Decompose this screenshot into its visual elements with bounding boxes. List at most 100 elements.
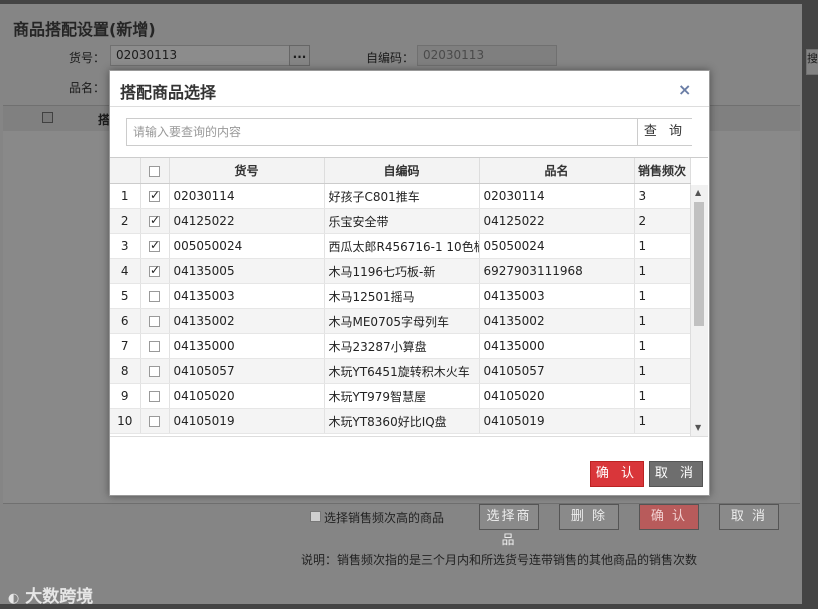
row-number: 6 (110, 308, 141, 334)
cell-pinming: 05050024 (479, 233, 635, 259)
row-checkbox[interactable] (149, 291, 160, 302)
row-checkbox[interactable] (149, 316, 160, 327)
table-row[interactable]: 7 04135000 木马23287小算盘 04135000 1 (110, 333, 691, 359)
cell-zibianma: 乐宝安全带 (324, 208, 480, 234)
table-row[interactable]: 9 04105020 木玩YT979智慧屋 04105020 1 (110, 383, 691, 409)
cell-frequency: 1 (634, 308, 691, 334)
row-checkbox-cell (140, 233, 170, 259)
row-number: 1 (110, 184, 141, 209)
cell-huohao: 04135005 (169, 258, 325, 284)
cell-pinming: 04105057 (479, 358, 635, 384)
cell-frequency: 1 (634, 383, 691, 409)
row-checkbox-cell (140, 408, 170, 434)
row-checkbox[interactable] (149, 238, 160, 252)
footer-bar: 选择销售频次高的商品 选择商品 删 除 确 认 取 消 说明：销售频次指的是三个… (0, 500, 818, 609)
cell-pinming: 04135002 (479, 308, 635, 334)
goods-grid-body: 102030114好孩子C801推车020301143204125022乐宝安全… (110, 184, 691, 434)
row-number: 10 (110, 408, 141, 434)
footer-cancel-button[interactable]: 取 消 (719, 504, 779, 530)
cell-zibianma: 木马12501摇马 (324, 283, 480, 309)
cell-frequency: 1 (634, 408, 691, 434)
cell-frequency: 1 (634, 333, 691, 359)
cell-huohao: 04125022 (169, 208, 325, 234)
column-header-zibianma[interactable]: 自编码 (324, 158, 480, 184)
row-checkbox[interactable] (149, 391, 160, 402)
select-goods-button[interactable]: 选择商品 (479, 504, 539, 548)
table-row[interactable]: 8 04105057 木玩YT6451旋转积木火车 04105057 1 (110, 358, 691, 384)
watermark: ◐ 大数跨境 (8, 582, 93, 607)
row-number: 8 (110, 358, 141, 384)
cell-frequency: 1 (634, 233, 691, 259)
row-checkbox[interactable] (149, 263, 160, 277)
high-frequency-checkbox[interactable] (310, 511, 321, 522)
scrollbar-thumb[interactable] (694, 202, 704, 326)
footer-confirm-button[interactable]: 确 认 (639, 504, 699, 530)
row-checkbox-cell (140, 383, 170, 409)
close-icon[interactable]: × (678, 80, 691, 99)
scroll-down-arrow-icon[interactable]: ▼ (695, 423, 701, 432)
row-number: 9 (110, 383, 141, 409)
cell-zibianma: 木玩YT979智慧屋 (324, 383, 480, 409)
cell-pinming: 04135003 (479, 283, 635, 309)
cell-pinming: 04105020 (479, 383, 635, 409)
dialog-title: 搭配商品选择 (120, 83, 217, 102)
table-row[interactable]: 204125022乐宝安全带041250222 (110, 208, 691, 234)
cell-pinming: 04105019 (479, 408, 635, 434)
cell-zibianma: 木马23287小算盘 (324, 333, 480, 359)
row-checkbox[interactable] (149, 188, 160, 202)
watermark-text: 大数跨境 (25, 587, 94, 607)
row-checkbox-cell (140, 358, 170, 384)
search-button[interactable]: 查 询 (637, 119, 692, 145)
grid-scrollbar[interactable]: ▲ ▼ (690, 185, 708, 436)
row-number: 5 (110, 283, 141, 309)
cell-huohao: 04135003 (169, 283, 325, 309)
dialog-divider (110, 106, 709, 107)
row-checkbox-cell (140, 258, 170, 284)
table-row[interactable]: 5 04135003 木马12501摇马 04135003 1 (110, 283, 691, 309)
high-frequency-label: 选择销售频次高的商品 (324, 511, 445, 525)
row-checkbox[interactable] (149, 213, 160, 227)
cell-huohao: 04135000 (169, 333, 325, 359)
table-row[interactable]: 10 04105019 木玩YT8360好比IQ盘 04105019 1 (110, 408, 691, 434)
row-number: 7 (110, 333, 141, 359)
watermark-logo-icon: ◐ (8, 591, 20, 606)
column-header-huohao[interactable]: 货号 (169, 158, 325, 184)
table-row[interactable]: 4 04135005木马1196七巧板-新69279031119681 (110, 258, 691, 284)
column-header-frequency[interactable]: 销售频次 (634, 158, 691, 184)
column-header-pinming[interactable]: 品名 (479, 158, 635, 184)
cell-huohao: 005050024 (169, 233, 325, 259)
row-checkbox[interactable] (149, 416, 160, 427)
table-row[interactable]: 102030114好孩子C801推车020301143 (110, 184, 691, 209)
cell-frequency: 1 (634, 358, 691, 384)
table-row[interactable]: 3 005050024西瓜太郎R456716-1 10色桶050500241 (110, 233, 691, 259)
delete-button[interactable]: 删 除 (559, 504, 619, 530)
table-row[interactable]: 6 04135002 木马ME0705字母列车 04135002 1 (110, 308, 691, 334)
cell-huohao: 04105057 (169, 358, 325, 384)
cell-zibianma: 木马ME0705字母列车 (324, 308, 480, 334)
row-checkbox[interactable] (149, 366, 160, 377)
cell-frequency: 1 (634, 283, 691, 309)
cell-huohao: 02030114 (169, 184, 325, 209)
row-checkbox-cell (140, 283, 170, 309)
cell-frequency: 1 (634, 258, 691, 284)
row-checkbox-cell (140, 308, 170, 334)
search-input[interactable] (127, 119, 635, 145)
scroll-up-arrow-icon[interactable]: ▲ (695, 188, 701, 197)
rownum-header (110, 158, 141, 184)
goods-grid: 货号 自编码 品名 销售频次 1 02030114好孩子C801推车0203011… (110, 157, 708, 437)
cell-pinming: 04135000 (479, 333, 635, 359)
cell-zibianma: 好孩子C801推车 (324, 184, 480, 209)
dialog-cancel-button[interactable]: 取 消 (649, 461, 703, 487)
dialog-confirm-button[interactable]: 确 认 (590, 461, 644, 487)
row-number: 2 (110, 208, 141, 234)
cell-frequency: 3 (634, 184, 691, 209)
row-checkbox-cell (140, 333, 170, 359)
goods-grid-header: 货号 自编码 品名 销售频次 (110, 158, 691, 184)
select-all-header (140, 158, 170, 184)
row-checkbox[interactable] (149, 341, 160, 352)
cell-huohao: 04105019 (169, 408, 325, 434)
select-all-checkbox[interactable] (149, 165, 160, 177)
cell-pinming: 02030114 (479, 184, 635, 209)
cell-huohao: 04105020 (169, 383, 325, 409)
row-number: 3 (110, 233, 141, 259)
